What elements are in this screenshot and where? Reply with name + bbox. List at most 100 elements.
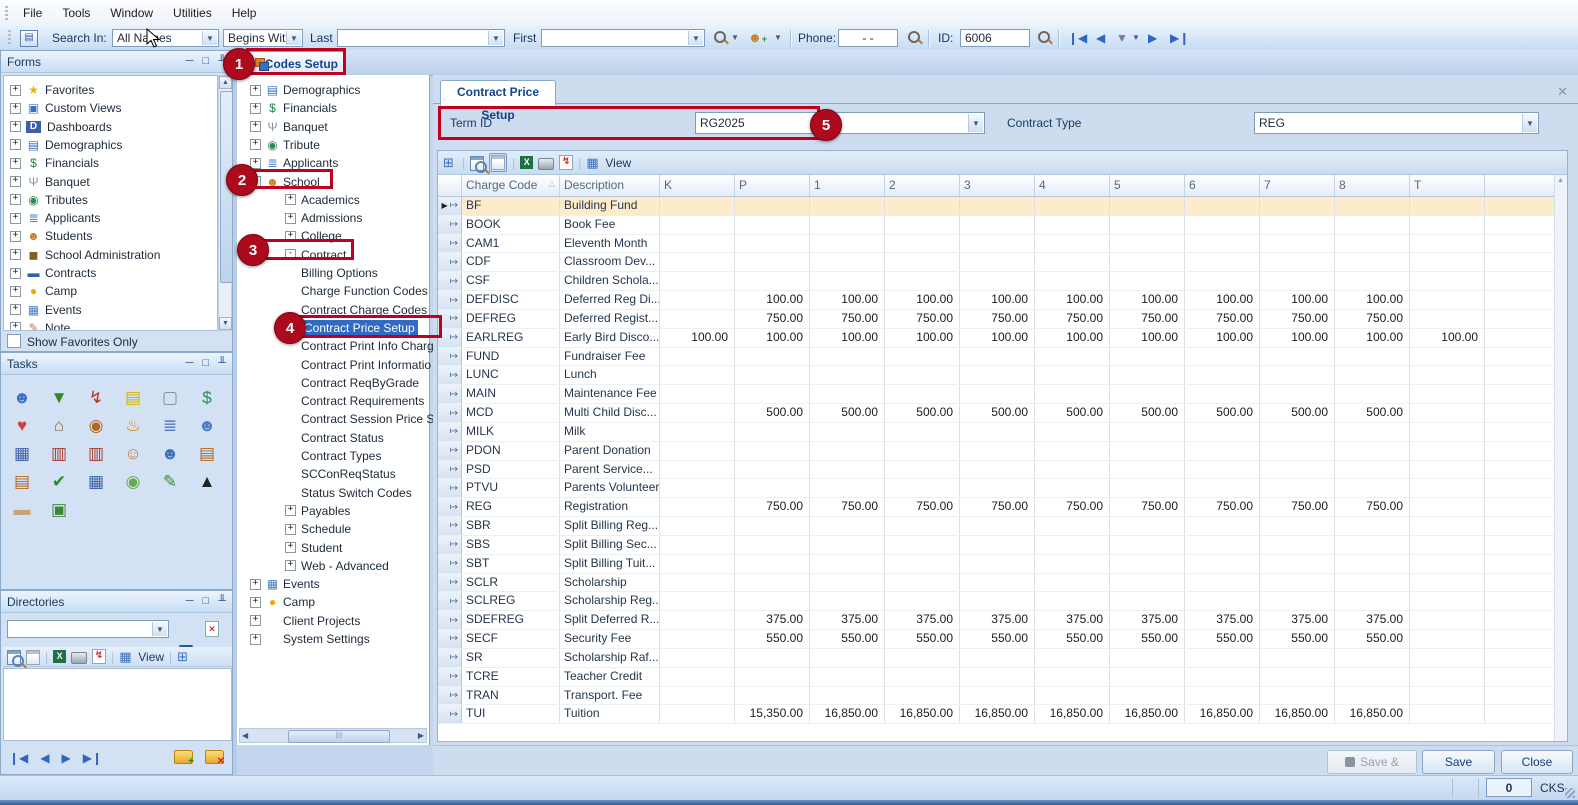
cell-6[interactable] — [1185, 272, 1260, 290]
row-selector[interactable]: ↦ — [438, 385, 462, 403]
row-selector[interactable]: ↦ — [438, 366, 462, 384]
cell-4[interactable] — [1035, 442, 1110, 460]
cell-5[interactable]: 500.00 — [1110, 404, 1185, 422]
cell-6[interactable] — [1185, 216, 1260, 234]
cell-2[interactable] — [885, 235, 960, 253]
cell-description[interactable]: Maintenance Fee — [560, 385, 660, 403]
cell-p[interactable]: 750.00 — [735, 498, 810, 516]
table-row-defdisc[interactable]: ↦DEFDISCDeferred Reg Di...100.00100.0010… — [438, 291, 1567, 310]
cell-8[interactable] — [1335, 366, 1410, 384]
cell-description[interactable]: Eleventh Month — [560, 235, 660, 253]
cell-k[interactable] — [660, 366, 735, 384]
cell-p[interactable] — [735, 649, 810, 667]
table-row-fund[interactable]: ↦FUNDFundraiser Fee — [438, 348, 1567, 367]
expand-icon[interactable]: + — [250, 85, 261, 96]
cell-charge-code[interactable]: TCRE — [462, 668, 560, 686]
minimize-icon[interactable]: ─ — [186, 358, 194, 369]
cell-k[interactable] — [660, 479, 735, 497]
cell-charge-code[interactable]: LUNC — [462, 366, 560, 384]
tree-item-client-projects[interactable]: +Client Projects — [237, 612, 430, 630]
cell-3[interactable] — [960, 461, 1035, 479]
cell-6[interactable] — [1185, 592, 1260, 610]
cell-description[interactable]: Scholarship — [560, 574, 660, 592]
cell-k[interactable] — [660, 348, 735, 366]
cell-2[interactable] — [885, 272, 960, 290]
nav-prev-icon[interactable]: ◀ — [40, 750, 49, 766]
cell-8[interactable] — [1335, 536, 1410, 554]
cell-7[interactable]: 100.00 — [1260, 291, 1335, 309]
cell-5[interactable]: 550.00 — [1110, 630, 1185, 648]
row-expander-icon[interactable]: ↦ — [450, 238, 458, 249]
sidebar-item-applicants[interactable]: +≣Applicants — [10, 209, 215, 227]
cell-3[interactable] — [960, 253, 1035, 271]
cell-7[interactable] — [1260, 668, 1335, 686]
tree-item-financials[interactable]: +$Financials — [237, 99, 430, 117]
last-name-input[interactable]: ▼ — [337, 29, 505, 47]
cell-charge-code[interactable]: FUND — [462, 348, 560, 366]
cell-6[interactable] — [1185, 253, 1260, 271]
expand-icon[interactable]: + — [250, 121, 261, 132]
maximize-icon[interactable]: □ — [203, 56, 210, 67]
cell-7[interactable] — [1260, 649, 1335, 667]
add-folder-icon[interactable]: + — [174, 750, 193, 764]
sidebar-item-banquet[interactable]: +ΨBanquet — [10, 173, 215, 191]
grid-header-charge-code[interactable]: Charge Code△ — [462, 175, 560, 196]
cell-1[interactable] — [810, 385, 885, 403]
cell-description[interactable]: Building Fund — [560, 197, 660, 215]
person-options-chevron-icon[interactable]: ▼ — [774, 33, 782, 42]
cell-k[interactable] — [660, 630, 735, 648]
row-selector[interactable]: ▶↦ — [438, 197, 462, 215]
cell-charge-code[interactable]: PSD — [462, 461, 560, 479]
cell-charge-code[interactable]: SCLR — [462, 574, 560, 592]
export-excel-icon[interactable]: X — [520, 156, 533, 169]
cell-t[interactable] — [1410, 366, 1485, 384]
cell-7[interactable] — [1260, 574, 1335, 592]
menu-utilities[interactable]: Utilities — [163, 3, 222, 23]
cell-k[interactable] — [660, 216, 735, 234]
tree-item-contract-print-info-charg[interactable]: Contract Print Info Charg — [237, 337, 430, 355]
tree-item-contract-status[interactable]: Contract Status — [237, 429, 430, 447]
cell-6[interactable]: 100.00 — [1185, 329, 1260, 347]
cell-charge-code[interactable]: BOOK — [462, 216, 560, 234]
filter-icon[interactable]: ▼ — [1116, 30, 1128, 46]
cell-7[interactable] — [1260, 197, 1335, 215]
cell-charge-code[interactable]: TUI — [462, 705, 560, 723]
sidebar-item-financials[interactable]: +$Financials — [10, 154, 215, 172]
row-expander-icon[interactable]: ↦ — [450, 539, 458, 550]
cell-t[interactable]: 100.00 — [1410, 329, 1485, 347]
table-view-icon[interactable]: ▦ — [119, 650, 133, 664]
row-selector[interactable]: ↦ — [438, 611, 462, 629]
close-icon[interactable]: ✕ — [1557, 84, 1568, 100]
cell-8[interactable]: 750.00 — [1335, 310, 1410, 328]
flash-form-icon[interactable]: ↯ — [92, 649, 106, 664]
cell-charge-code[interactable]: MAIN — [462, 385, 560, 403]
row-selector[interactable]: ↦ — [438, 630, 462, 648]
cell-5[interactable]: 100.00 — [1110, 329, 1185, 347]
cell-t[interactable] — [1410, 442, 1485, 460]
cell-5[interactable] — [1110, 272, 1185, 290]
chevron-down-icon[interactable]: ▼ — [202, 31, 217, 45]
first-name-input[interactable]: ▼ — [541, 29, 705, 47]
expand-icon[interactable]: + — [250, 139, 261, 150]
cell-5[interactable] — [1110, 592, 1185, 610]
cell-p[interactable] — [735, 272, 810, 290]
cell-k[interactable] — [660, 461, 735, 479]
cell-2[interactable] — [885, 216, 960, 234]
cell-p[interactable] — [735, 385, 810, 403]
delete-folder-icon[interactable]: ✕ — [205, 750, 224, 764]
expand-icon[interactable]: + — [10, 139, 21, 150]
grid-header-7[interactable]: 7 — [1260, 175, 1335, 196]
sticky-note-icon[interactable]: ▤ — [118, 384, 148, 412]
tree-item-admissions[interactable]: +Admissions — [237, 209, 430, 227]
cell-4[interactable] — [1035, 536, 1110, 554]
row-expander-icon[interactable]: ↦ — [450, 332, 458, 343]
table-row-sdefreg[interactable]: ↦SDEFREGSplit Deferred R...375.00375.003… — [438, 611, 1567, 630]
cell-6[interactable] — [1185, 385, 1260, 403]
tree-item-contract-reqbygrade[interactable]: Contract ReqByGrade — [237, 374, 430, 392]
cell-description[interactable]: Scholarship Reg... — [560, 592, 660, 610]
cell-6[interactable] — [1185, 668, 1260, 686]
cell-1[interactable] — [810, 253, 885, 271]
cell-1[interactable] — [810, 216, 885, 234]
cell-description[interactable]: Teacher Credit — [560, 668, 660, 686]
cell-8[interactable]: 100.00 — [1335, 329, 1410, 347]
